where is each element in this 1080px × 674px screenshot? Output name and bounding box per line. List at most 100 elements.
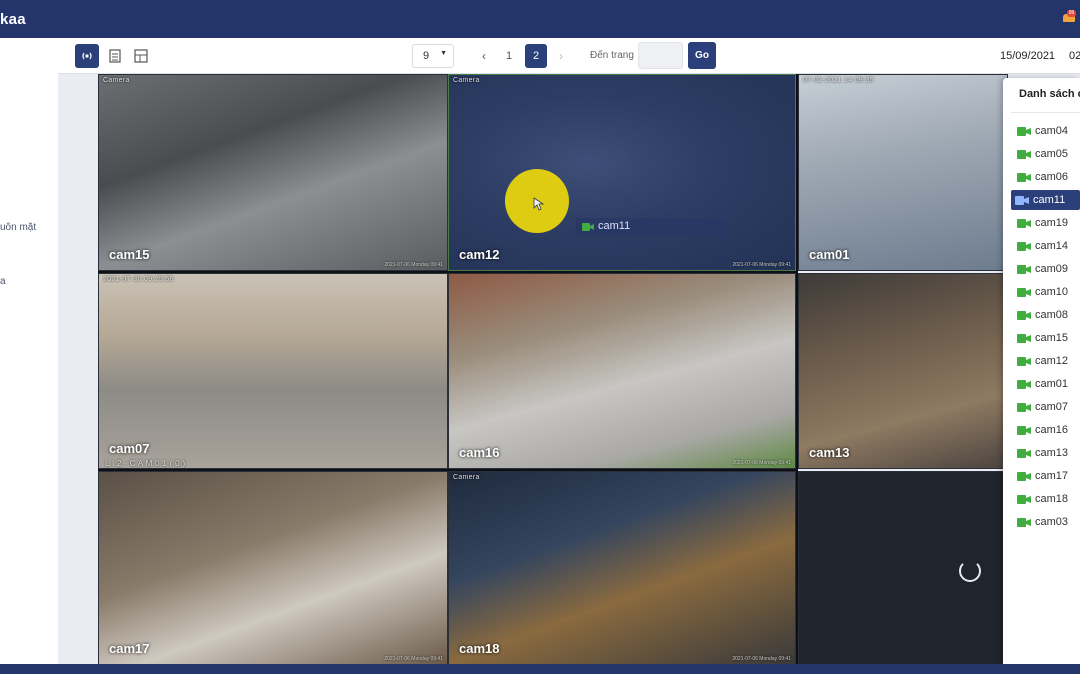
camera-list-item[interactable]: cam16 [1013, 420, 1080, 440]
camera-list-label: cam14 [1035, 240, 1069, 252]
camera-list-item[interactable]: cam11 [1011, 190, 1080, 210]
camera-osd: Camera [453, 77, 480, 84]
cursor-icon [533, 197, 545, 211]
per-page-select[interactable]: 9 ▼ [412, 44, 454, 68]
camera-icon [1017, 311, 1031, 320]
camera-list-item[interactable]: cam13 [1013, 443, 1080, 463]
camera-tile[interactable]: Camera 2021-07-06 Monday 09:41 cam18 [448, 471, 796, 665]
camera-icon [1017, 357, 1031, 366]
notification-icon[interactable]: 99 [1062, 10, 1076, 24]
camera-list-item[interactable]: cam10 [1013, 282, 1080, 302]
sidebar-item-face[interactable]: uôn mặt [0, 222, 36, 233]
camera-list-item[interactable]: cam01 [1013, 374, 1080, 394]
camera-list-label: cam12 [1035, 355, 1069, 367]
prev-page-button[interactable]: ‹ [473, 44, 495, 68]
camera-list-item[interactable]: cam19 [1013, 213, 1080, 233]
camera-tile-empty[interactable] [798, 471, 1008, 665]
camera-icon [1017, 403, 1031, 412]
live-view-button[interactable] [75, 44, 99, 68]
camera-list-label: cam11 [1033, 194, 1066, 206]
camera-icon [1017, 518, 1031, 527]
page-2-button[interactable]: 2 [525, 44, 547, 68]
camera-list-label: cam08 [1035, 309, 1069, 321]
list-view-button[interactable] [103, 44, 127, 68]
camera-osd: 07-02-2021 14 09:35 [803, 77, 874, 84]
camera-tile[interactable]: 2021-07-06 Monday 09:41 cam17 [98, 471, 448, 665]
drag-ghost-label: cam11 [598, 220, 631, 232]
camera-list-label: cam16 [1035, 424, 1069, 436]
camera-icon [1017, 173, 1031, 182]
camera-list-item[interactable]: cam15 [1013, 328, 1080, 348]
camera-icon [1017, 380, 1031, 389]
layout-icon [134, 49, 148, 63]
camera-list-item[interactable]: cam07 [1013, 397, 1080, 417]
camera-list-item[interactable]: cam06 [1013, 167, 1080, 187]
camera-list-label: cam15 [1035, 332, 1069, 344]
panel-divider [1011, 112, 1080, 113]
camera-label: cam15 [109, 247, 150, 262]
broadcast-icon [82, 52, 92, 60]
camera-icon [1017, 242, 1031, 251]
camera-icon [582, 223, 594, 231]
sidebar-item-a[interactable]: a [0, 276, 6, 287]
camera-list-item[interactable]: cam09 [1013, 259, 1080, 279]
camera-list-item[interactable]: cam05 [1013, 144, 1080, 164]
drag-ghost-item: cam11 [576, 218, 726, 236]
camera-list-item[interactable]: cam04 [1013, 121, 1080, 141]
bottom-bar [0, 664, 1080, 674]
camera-list-panel: Danh sách c cam04 cam05 cam06 cam11 cam19 cam… [1003, 78, 1080, 668]
app-brand: kaa [0, 11, 26, 28]
camera-timestamp: 2021-07-06 Monday 09:41 [384, 262, 443, 268]
camera-list-label: cam07 [1035, 401, 1069, 413]
page-1-button[interactable]: 1 [498, 44, 520, 68]
camera-list-item[interactable]: cam12 [1013, 351, 1080, 371]
goto-page-input[interactable] [638, 42, 683, 69]
camera-osd-bottom: L I 2 - C A M 0 1 ( 0 ) [105, 459, 186, 468]
notification-badge: 99 [1067, 10, 1076, 17]
camera-list-label: cam10 [1035, 286, 1069, 298]
camera-list-title: Danh sách c [1019, 88, 1080, 100]
loading-spinner-icon [959, 560, 981, 582]
camera-icon [1017, 472, 1031, 481]
camera-list-label: cam19 [1035, 217, 1069, 229]
camera-list-label: cam04 [1035, 125, 1069, 137]
camera-tile[interactable]: Camera 2021-07-06 Monday 09:41 cam12 [448, 74, 796, 271]
camera-list-label: cam09 [1035, 263, 1069, 275]
camera-list-item[interactable]: cam08 [1013, 305, 1080, 325]
camera-tile[interactable]: cam13 [798, 273, 1008, 469]
camera-list-label: cam03 [1035, 516, 1069, 528]
camera-grid: Camera 2021-07-06 Monday 09:41 cam15 Cam… [98, 74, 1008, 665]
camera-icon [1017, 495, 1031, 504]
camera-icon [1017, 127, 1031, 136]
camera-list-label: cam13 [1035, 447, 1069, 459]
cursor-highlight [505, 169, 569, 233]
camera-tile[interactable]: 07-02-2021 14 09:35 cam01 [798, 74, 1008, 271]
camera-tile[interactable]: Camera 2021-07-06 Monday 09:41 cam15 [98, 74, 448, 271]
grid-view-button[interactable] [129, 44, 153, 68]
camera-tile[interactable]: 2021-07-06 Monday 09:41 cam16 [448, 273, 796, 469]
caret-down-icon: ▼ [440, 50, 447, 57]
camera-label: cam17 [109, 641, 150, 656]
camera-label: cam12 [459, 247, 500, 262]
camera-list-item[interactable]: cam18 [1013, 489, 1080, 509]
next-page-button[interactable]: › [550, 44, 572, 68]
camera-icon [1017, 334, 1031, 343]
camera-icon [1017, 288, 1031, 297]
camera-list-label: cam18 [1035, 493, 1069, 505]
list-icon [109, 49, 121, 63]
camera-list-item[interactable]: cam03 [1013, 512, 1080, 532]
go-button[interactable]: Go [688, 42, 716, 69]
camera-list-item[interactable]: cam17 [1013, 466, 1080, 486]
camera-label: cam18 [459, 641, 500, 656]
toolbar: 9 ▼ ‹ 1 2 › Đến trang Go 15/09/2021 02 [58, 38, 1080, 74]
camera-icon [1015, 196, 1029, 205]
camera-label: cam13 [809, 445, 850, 460]
current-time: 02 [1069, 50, 1080, 62]
camera-timestamp: 2021-07-06 Monday 09:41 [732, 460, 791, 466]
camera-icon [1017, 150, 1031, 159]
current-date: 15/09/2021 [1000, 50, 1056, 62]
sidebar: uôn mặt a [0, 38, 58, 674]
camera-list-label: cam17 [1035, 470, 1069, 482]
camera-tile[interactable]: 2021-07-30 09:25:56 L I 2 - C A M 0 1 ( … [98, 273, 448, 469]
camera-list-item[interactable]: cam14 [1013, 236, 1080, 256]
